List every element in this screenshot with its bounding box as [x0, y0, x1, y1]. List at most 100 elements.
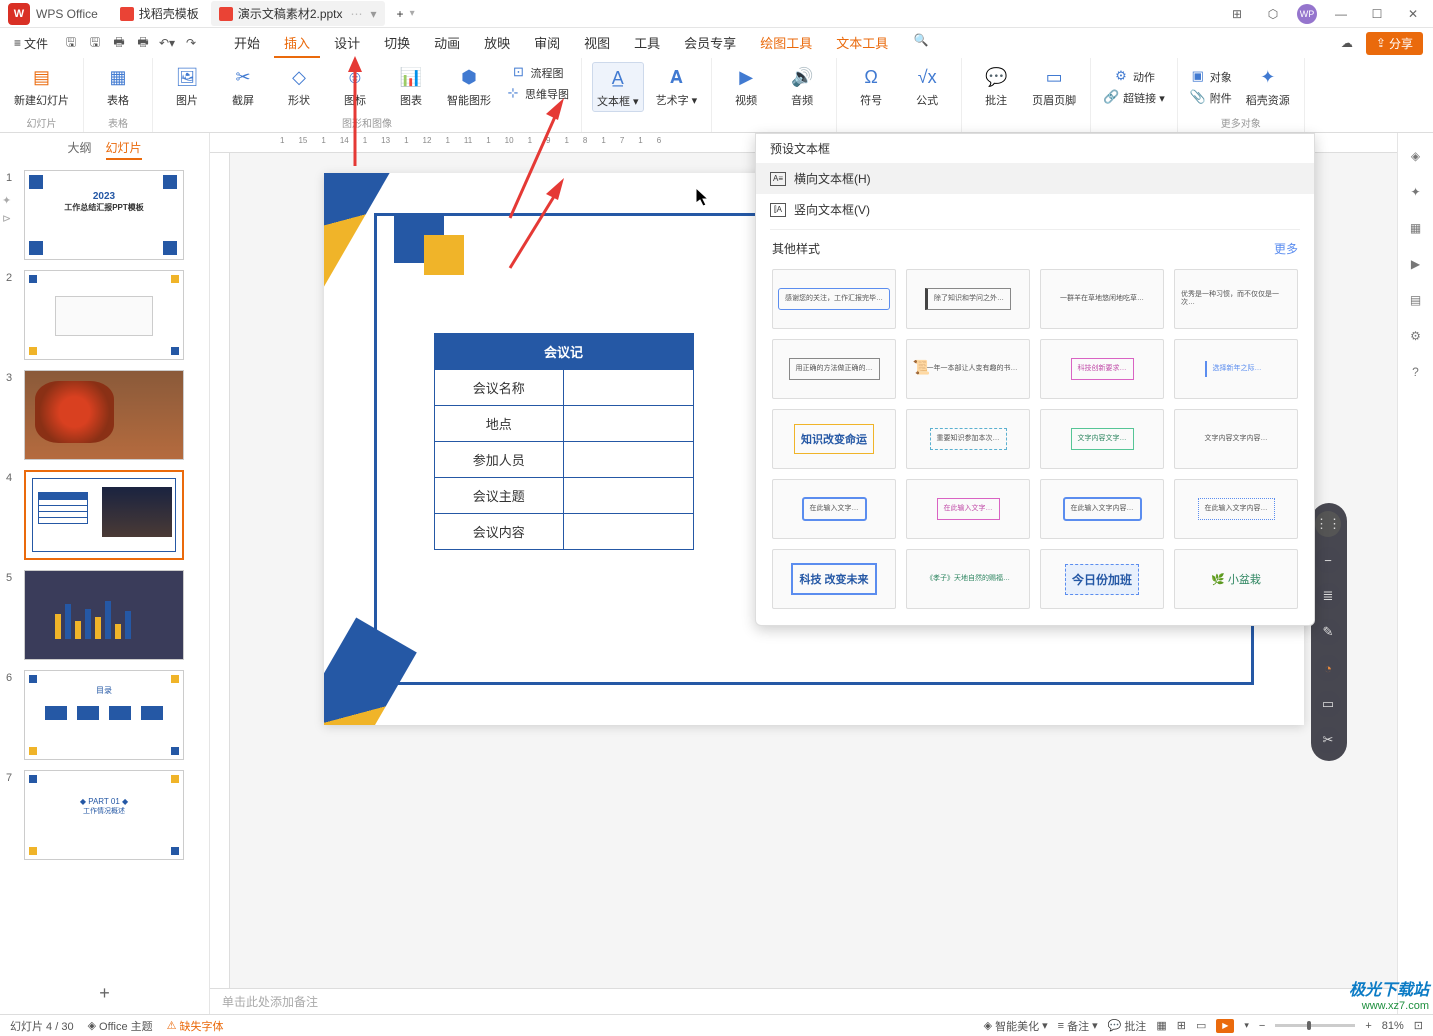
tab-view[interactable]: 视图: [574, 29, 620, 58]
tab-tools[interactable]: 工具: [624, 29, 670, 58]
tab-close-icon[interactable]: ▾: [371, 7, 377, 21]
textbox-style-3[interactable]: 一群羊在草地悠闲地吃草…: [1040, 269, 1164, 329]
new-tab-button[interactable]: + ▾: [389, 1, 423, 26]
float-display-button[interactable]: ▭: [1315, 691, 1341, 717]
theme-indicator[interactable]: ◈ Office 主题: [88, 1018, 153, 1034]
slide-thumb-5[interactable]: [24, 570, 184, 660]
float-layers-button[interactable]: ≣: [1315, 583, 1341, 609]
textbox-style-5[interactable]: 用正确的方法做正确的…: [772, 339, 896, 399]
textbox-style-8[interactable]: 选择新年之际…: [1174, 339, 1298, 399]
table-button[interactable]: ▦表格: [94, 62, 142, 110]
view-reading-icon[interactable]: ▭: [1196, 1019, 1206, 1032]
maximize-button[interactable]: ☐: [1365, 2, 1389, 26]
add-slide-button[interactable]: +: [0, 973, 209, 1014]
comments-toggle[interactable]: 💬 批注: [1108, 1018, 1147, 1034]
undo-icon[interactable]: ↶▾: [156, 32, 178, 54]
view-normal-icon[interactable]: ▦: [1156, 1019, 1166, 1032]
header-footer-button[interactable]: ▭页眉页脚: [1028, 62, 1080, 110]
textbox-button[interactable]: A̲文本框 ▾: [592, 62, 644, 112]
resource-button[interactable]: ✦稻壳资源: [1242, 62, 1294, 110]
more-styles-link[interactable]: 更多: [1274, 240, 1298, 257]
notes-input[interactable]: 单击此处添加备注: [210, 988, 1397, 1014]
textbox-style-2[interactable]: 除了知识和学问之外…: [906, 269, 1030, 329]
textbox-style-20[interactable]: 🌿 小盆栽: [1174, 549, 1298, 609]
textbox-style-6[interactable]: 📜一年一本部让人变有趣的书…: [906, 339, 1030, 399]
slide-thumb-2[interactable]: [24, 270, 184, 360]
tab-animation[interactable]: 动画: [424, 29, 470, 58]
tab-member[interactable]: 会员专享: [674, 29, 746, 58]
new-slide-button[interactable]: ▤ 新建幻灯片: [10, 62, 73, 110]
meeting-table[interactable]: 会议记 会议名称 地点 参加人员 会议主题 会议内容: [434, 333, 694, 550]
slideshow-button[interactable]: ▶: [1216, 1019, 1234, 1033]
rp-sparkle-icon[interactable]: ✦: [1405, 181, 1427, 203]
tab-document[interactable]: 演示文稿素材2.pptx ⋯ ▾: [211, 1, 385, 26]
textbox-style-18[interactable]: 《孝子》天地自然的赐福…: [906, 549, 1030, 609]
attachment-button[interactable]: 📎附件: [1188, 87, 1234, 107]
minimize-button[interactable]: —: [1329, 2, 1353, 26]
slide-thumb-6[interactable]: 目录: [24, 670, 184, 760]
close-button[interactable]: ✕: [1401, 2, 1425, 26]
float-format-button[interactable]: ◔: [1315, 655, 1341, 681]
outline-tab[interactable]: 大纲: [67, 139, 91, 160]
print-preview-icon[interactable]: 🖶: [132, 32, 154, 54]
textbox-style-1[interactable]: 感谢您的关注，工作汇报完毕…: [772, 269, 896, 329]
smartart-button[interactable]: ⬢智能图形: [443, 62, 495, 110]
chart-button[interactable]: 📊图表: [387, 62, 435, 110]
user-avatar[interactable]: WP: [1297, 4, 1317, 24]
beautify-button[interactable]: ◈ 智能美化 ▾: [984, 1018, 1048, 1034]
textbox-style-19[interactable]: 今日份加班: [1040, 549, 1164, 609]
textbox-style-16[interactable]: 在此输入文字内容…: [1174, 479, 1298, 539]
file-menu[interactable]: ≡ 文件: [10, 32, 52, 55]
symbol-button[interactable]: Ω符号: [847, 62, 895, 110]
save-as-icon[interactable]: 🖫: [84, 32, 106, 54]
hyperlink-button[interactable]: 🔗超链接 ▾: [1101, 87, 1167, 107]
rp-diamond-icon[interactable]: ◈: [1405, 145, 1427, 167]
share-button[interactable]: ⇪ 分享: [1366, 32, 1423, 55]
slide-thumb-1[interactable]: 2023 工作总结汇报PPT模板: [24, 170, 184, 260]
float-minus-button[interactable]: −: [1315, 547, 1341, 573]
rp-transition-icon[interactable]: ▶: [1405, 253, 1427, 275]
formula-button[interactable]: √x公式: [903, 62, 951, 110]
textbox-style-4[interactable]: 优秀是一种习惯，而不仅仅是一次…: [1174, 269, 1298, 329]
tab-draw-tools[interactable]: 绘图工具: [750, 29, 822, 58]
textbox-style-17[interactable]: 科技 改变未来: [772, 549, 896, 609]
tab-design[interactable]: 设计: [324, 29, 370, 58]
horizontal-textbox-item[interactable]: A≡ 横向文本框(H): [756, 163, 1314, 194]
vertical-textbox-item[interactable]: ⫿A 竖向文本框(V): [756, 194, 1314, 225]
icon-button[interactable]: ☺图标: [331, 62, 379, 110]
fit-to-window[interactable]: ⊡: [1414, 1019, 1423, 1032]
textbox-style-7[interactable]: 科技创新要求…: [1040, 339, 1164, 399]
video-button[interactable]: ▶视频: [722, 62, 770, 110]
tab-insert[interactable]: 插入: [274, 29, 320, 58]
screenshot-button[interactable]: ✂截屏: [219, 62, 267, 110]
view-sorter-icon[interactable]: ⊞: [1177, 1019, 1186, 1032]
tab-review[interactable]: 审阅: [524, 29, 570, 58]
audio-button[interactable]: 🔊音频: [778, 62, 826, 110]
rp-doc-icon[interactable]: ▤: [1405, 289, 1427, 311]
float-tools-button[interactable]: ✂: [1315, 727, 1341, 753]
slide-thumb-7[interactable]: ◆ PART 01 ◆ 工作情况概述: [24, 770, 184, 860]
zoom-level[interactable]: 81%: [1382, 1020, 1404, 1032]
search-icon[interactable]: 🔍: [910, 29, 932, 51]
object-button[interactable]: ▣对象: [1188, 66, 1234, 86]
tab-menu-icon[interactable]: ⋯: [351, 7, 363, 21]
wordart-button[interactable]: 𝐀艺术字 ▾: [652, 62, 702, 110]
mindmap-button[interactable]: ⊹思维导图: [503, 83, 571, 103]
slide-thumb-4[interactable]: [24, 470, 184, 560]
rp-settings-icon[interactable]: ⚙: [1405, 325, 1427, 347]
textbox-style-12[interactable]: 文字内容文字内容…: [1174, 409, 1298, 469]
print-icon[interactable]: 🖶: [108, 32, 130, 54]
cube-icon[interactable]: ⬡: [1261, 2, 1285, 26]
comment-button[interactable]: 💬批注: [972, 62, 1020, 110]
textbox-style-15[interactable]: 在此输入文字内容…: [1040, 479, 1164, 539]
rp-help-icon[interactable]: ?: [1405, 361, 1427, 383]
action-button[interactable]: ⚙动作: [1101, 66, 1167, 86]
float-eyedropper-button[interactable]: ✎: [1315, 619, 1341, 645]
vertical-ruler[interactable]: [210, 153, 230, 988]
zoom-in[interactable]: +: [1365, 1020, 1371, 1032]
slides-tab[interactable]: 幻灯片: [106, 139, 142, 160]
textbox-style-9[interactable]: 知识改变命运: [772, 409, 896, 469]
tab-text-tools[interactable]: 文本工具: [826, 29, 898, 58]
notes-toggle[interactable]: ≡ 备注 ▾: [1058, 1018, 1098, 1034]
slide-thumb-3[interactable]: [24, 370, 184, 460]
